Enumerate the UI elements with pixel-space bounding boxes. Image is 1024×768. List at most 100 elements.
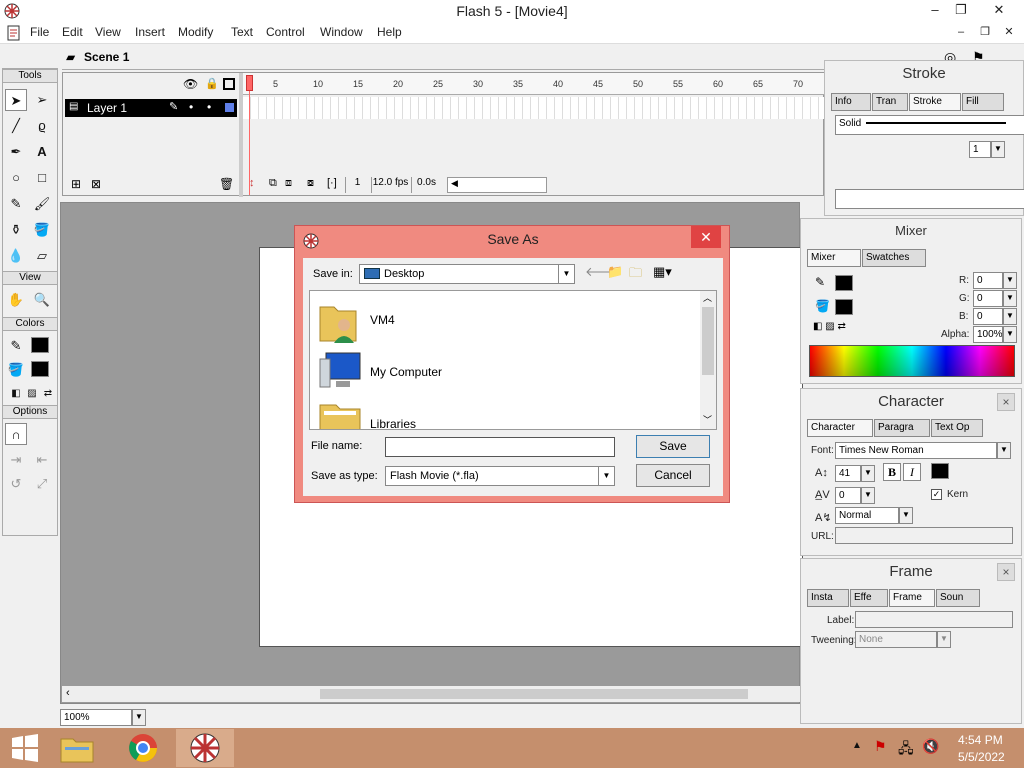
brush-tool-icon[interactable]: 🖌	[31, 193, 53, 215]
bold-button[interactable]: B	[883, 463, 901, 481]
add-guide-layer-icon[interactable]: ⊠	[91, 177, 101, 191]
list-item[interactable]: Libraries	[314, 399, 674, 429]
menu-file[interactable]: File	[30, 25, 49, 39]
arrow-tool-icon[interactable]: ➤	[5, 89, 27, 111]
lock-icon[interactable]: 🔒	[205, 77, 219, 90]
g-dropdown[interactable]: ▼	[1003, 290, 1017, 307]
tracking-dropdown[interactable]: ▼	[861, 487, 875, 504]
line-tool-icon[interactable]: ╱	[5, 115, 27, 137]
pencil-tool-icon[interactable]: ✎	[5, 193, 27, 215]
font-size-dropdown[interactable]: ▼	[861, 465, 875, 482]
alpha-input[interactable]: 100%	[973, 326, 1003, 343]
hscroll-thumb[interactable]	[320, 689, 748, 699]
onion-skin-icon[interactable]: ⧉	[269, 177, 277, 190]
b-input[interactable]: 0	[973, 308, 1003, 325]
tab-sound[interactable]: Soun	[936, 589, 980, 607]
tab-swatches[interactable]: Swatches	[862, 249, 926, 267]
menu-edit[interactable]: Edit	[62, 25, 83, 39]
stroke-weight-input[interactable]: 1	[969, 141, 991, 158]
list-item[interactable]: My Computer	[314, 347, 674, 397]
zoom-control[interactable]: 100% ▼	[60, 708, 148, 726]
rotate-option-icon[interactable]: ↺	[5, 473, 27, 495]
doc-close-button[interactable]: ✕	[994, 22, 1024, 44]
menu-control[interactable]: Control	[266, 25, 305, 39]
baseline-select[interactable]: Normal	[835, 507, 899, 524]
save-in-select[interactable]: Desktop ▼	[359, 264, 575, 284]
stage-hscroll[interactable]: ‹	[62, 686, 800, 702]
onion-outline-icon[interactable]: ⧈	[285, 177, 292, 190]
smooth-option-icon[interactable]: ⇥	[5, 449, 27, 471]
menu-help[interactable]: Help	[377, 25, 402, 39]
text-tool-icon[interactable]: A	[31, 141, 53, 163]
timeline-hscroll[interactable]: ◀	[447, 177, 547, 193]
swap-colors-icon[interactable]: ⇄	[37, 383, 59, 405]
close-button[interactable]: ✕	[984, 0, 1014, 22]
fill-color-swatch[interactable]	[31, 361, 49, 377]
save-button[interactable]: Save	[636, 435, 710, 458]
paint-bucket-tool-icon[interactable]: 🪣	[31, 219, 53, 241]
color-spectrum[interactable]	[809, 345, 1015, 377]
tweening-dropdown[interactable]: ▼	[937, 631, 951, 648]
layer-outline-color[interactable]	[225, 103, 234, 112]
tab-effect[interactable]: Effe	[850, 589, 888, 607]
show-hidden-icons[interactable]: ▲	[852, 740, 862, 751]
insert-layer-icon[interactable]: ⊞	[71, 177, 81, 191]
eye-icon[interactable]: 👁	[183, 77, 198, 91]
tab-mixer[interactable]: Mixer	[807, 249, 861, 267]
cancel-button[interactable]: Cancel	[636, 464, 710, 487]
dialog-close-button[interactable]: ✕	[691, 226, 721, 248]
save-type-dropdown-icon[interactable]: ▼	[598, 467, 614, 485]
magnet-option-icon[interactable]: ∩	[5, 423, 27, 445]
stroke-color-swatch[interactable]	[31, 337, 49, 353]
font-size-input[interactable]: 41	[835, 465, 861, 482]
eraser-tool-icon[interactable]: ▱	[31, 245, 53, 267]
menu-modify[interactable]: Modify	[178, 25, 213, 39]
mixer-default-colors-icon[interactable]: ◧ ▨ ⇄	[813, 321, 846, 332]
straighten-option-icon[interactable]: ⇤	[31, 449, 53, 471]
tab-instance[interactable]: Insta	[807, 589, 849, 607]
menu-insert[interactable]: Insert	[135, 25, 165, 39]
maximize-button[interactable]: ❐	[946, 0, 976, 22]
file-explorer-button[interactable]	[52, 729, 102, 767]
layer-lock-dot[interactable]: •	[207, 100, 211, 114]
scroll-left-icon[interactable]: ‹	[66, 687, 70, 699]
view-menu-icon[interactable]: ▦▾	[653, 264, 672, 280]
r-dropdown[interactable]: ▼	[1003, 272, 1017, 289]
list-item[interactable]: VM4	[314, 295, 674, 345]
document-icon[interactable]	[6, 25, 22, 41]
hand-tool-icon[interactable]: ✋	[5, 289, 27, 311]
up-folder-icon[interactable]: 📁	[607, 264, 623, 280]
tab-paragraph[interactable]: Paragra	[874, 419, 930, 437]
zoom-tool-icon[interactable]: 🔍	[31, 289, 53, 311]
italic-button[interactable]: I	[903, 463, 921, 481]
edit-multiple-icon[interactable]: ⧇	[307, 177, 314, 190]
layer-row[interactable]: ▤ Layer 1 ✎ • •	[65, 99, 237, 117]
volume-icon[interactable]: 🔇	[922, 738, 939, 755]
save-in-dropdown-icon[interactable]: ▼	[558, 265, 574, 283]
tab-character[interactable]: Character	[807, 419, 873, 437]
zoom-input[interactable]: 100%	[60, 709, 132, 726]
layer-visible-dot[interactable]: •	[189, 100, 193, 114]
url-input[interactable]	[835, 527, 1013, 544]
font-input[interactable]: Times New Roman	[835, 442, 997, 459]
scroll-down-icon[interactable]: ﹀	[703, 413, 712, 426]
clock-time[interactable]: 4:54 PM	[958, 733, 1003, 747]
menu-window[interactable]: Window	[320, 25, 363, 39]
mixer-fill-swatch[interactable]	[835, 299, 853, 315]
center-frame-icon[interactable]: ↕	[249, 177, 255, 189]
kern-checkbox[interactable]: ✓	[931, 489, 942, 500]
menu-text[interactable]: Text	[231, 25, 253, 39]
new-folder-icon[interactable]: 🗀	[629, 264, 642, 286]
tweening-select[interactable]: None	[855, 631, 937, 648]
frame-label-input[interactable]	[855, 611, 1013, 628]
start-button[interactable]	[0, 729, 50, 767]
menu-view[interactable]: View	[95, 25, 121, 39]
pen-tool-icon[interactable]: ✒	[5, 141, 27, 163]
file-list-scrollbar[interactable]: ︿ ﹀	[700, 291, 716, 429]
tab-transform[interactable]: Tran	[872, 93, 908, 111]
scroll-up-icon[interactable]: ︿	[703, 291, 712, 304]
tab-fill[interactable]: Fill	[962, 93, 1004, 111]
zoom-dropdown[interactable]: ▼	[132, 709, 146, 726]
baseline-dropdown[interactable]: ▼	[899, 507, 913, 524]
modify-markers-icon[interactable]: [·]	[327, 177, 337, 189]
